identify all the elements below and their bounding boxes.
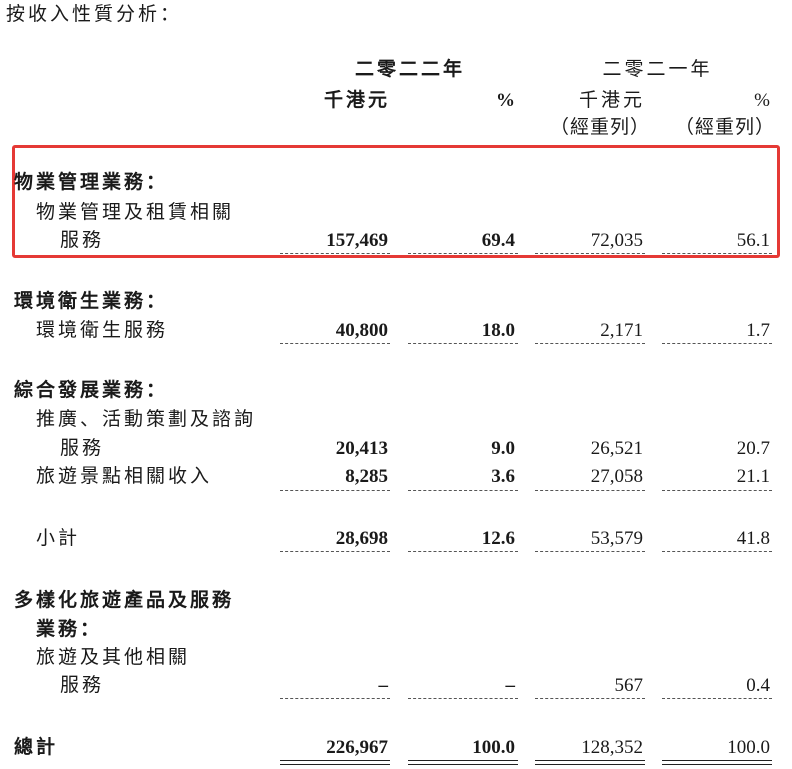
header-year-2021: 二零二一年 — [602, 58, 713, 80]
underline — [408, 490, 518, 491]
total-pct-2022: 100.0 — [472, 737, 515, 758]
subtotal-value-2022: 28,698 — [335, 528, 388, 549]
development-item2-pct-2021: 21.1 — [736, 466, 770, 487]
header-pct-2022: % — [496, 90, 515, 111]
double-underline — [662, 760, 772, 765]
underline — [662, 343, 772, 344]
tourism-item-line2: 服務 — [60, 674, 105, 696]
header-year-2022: 二零二二年 — [354, 58, 465, 80]
double-underline — [535, 760, 645, 765]
property-value-2022: 157,469 — [326, 230, 388, 251]
subtotal-value-2021: 53,579 — [590, 528, 643, 549]
environment-item: 環境衛生服務 — [36, 319, 169, 341]
development-item1-pct-2022: 9.0 — [491, 438, 515, 459]
underline — [280, 698, 390, 699]
development-item1-line2: 服務 — [60, 437, 105, 459]
header-restated-hkd: （經重列） — [549, 116, 650, 138]
underline — [535, 698, 645, 699]
underline — [535, 343, 645, 344]
underline — [535, 551, 645, 552]
header-unit-hkd-2022: 千港元 — [323, 89, 390, 111]
property-item-line2: 服務 — [60, 229, 105, 251]
underline — [280, 253, 390, 254]
environment-value-2022: 40,800 — [335, 320, 388, 341]
underline — [662, 490, 772, 491]
underline — [408, 343, 518, 344]
tourism-pct-2022: – — [505, 675, 516, 696]
tourism-value-2021: 567 — [614, 675, 644, 696]
underline — [280, 343, 390, 344]
section-title: 按收入性質分析： — [6, 3, 183, 25]
total-value-2021: 128,352 — [581, 737, 643, 758]
tourism-heading-line1: 多樣化旅遊產品及服務 — [14, 589, 235, 611]
development-item1-line1: 推廣、活動策劃及諮詢 — [36, 408, 257, 430]
subtotal-label: 小計 — [36, 527, 81, 549]
environment-pct-2021: 1.7 — [746, 320, 770, 341]
tourism-pct-2021: 0.4 — [746, 675, 770, 696]
development-heading: 綜合發展業務： — [14, 379, 169, 401]
header-restated-pct: （經重列） — [674, 116, 775, 138]
development-item1-value-2021: 26,521 — [590, 438, 643, 459]
development-item1-pct-2021: 20.7 — [736, 438, 770, 459]
underline — [535, 253, 645, 254]
underline — [280, 551, 390, 552]
underline — [662, 253, 772, 254]
property-value-2021: 72,035 — [590, 230, 643, 251]
tourism-item-line1: 旅遊及其他相關 — [36, 646, 191, 668]
underline — [280, 490, 390, 491]
subtotal-pct-2021: 41.8 — [736, 528, 770, 549]
tourism-value-2022: – — [378, 675, 389, 696]
total-label: 總計 — [14, 736, 59, 758]
underline — [662, 551, 772, 552]
underline — [408, 698, 518, 699]
property-pct-2021: 56.1 — [736, 230, 770, 251]
header-pct-2021: % — [754, 90, 770, 111]
double-underline — [408, 760, 518, 765]
header-unit-hkd-2021: 千港元 — [578, 89, 645, 111]
property-item-line1: 物業管理及租賃相關 — [36, 201, 235, 223]
underline — [408, 253, 518, 254]
tourism-heading-line2: 業務： — [36, 618, 103, 640]
underline — [662, 698, 772, 699]
property-heading: 物業管理業務： — [14, 171, 169, 193]
double-underline — [280, 760, 390, 765]
development-item2-pct-2022: 3.6 — [491, 466, 515, 487]
underline — [408, 551, 518, 552]
development-item2-value-2022: 8,285 — [345, 466, 388, 487]
environment-heading: 環境衛生業務： — [14, 290, 169, 312]
underline — [535, 490, 645, 491]
development-item1-value-2022: 20,413 — [335, 438, 388, 459]
development-item2-value-2021: 27,058 — [590, 466, 643, 487]
development-item2: 旅遊景點相關收入 — [36, 465, 213, 487]
subtotal-pct-2022: 12.6 — [481, 528, 515, 549]
total-pct-2021: 100.0 — [727, 737, 770, 758]
property-pct-2022: 69.4 — [481, 230, 515, 251]
environment-value-2021: 2,171 — [600, 320, 643, 341]
total-value-2022: 226,967 — [326, 737, 388, 758]
environment-pct-2022: 18.0 — [481, 320, 515, 341]
